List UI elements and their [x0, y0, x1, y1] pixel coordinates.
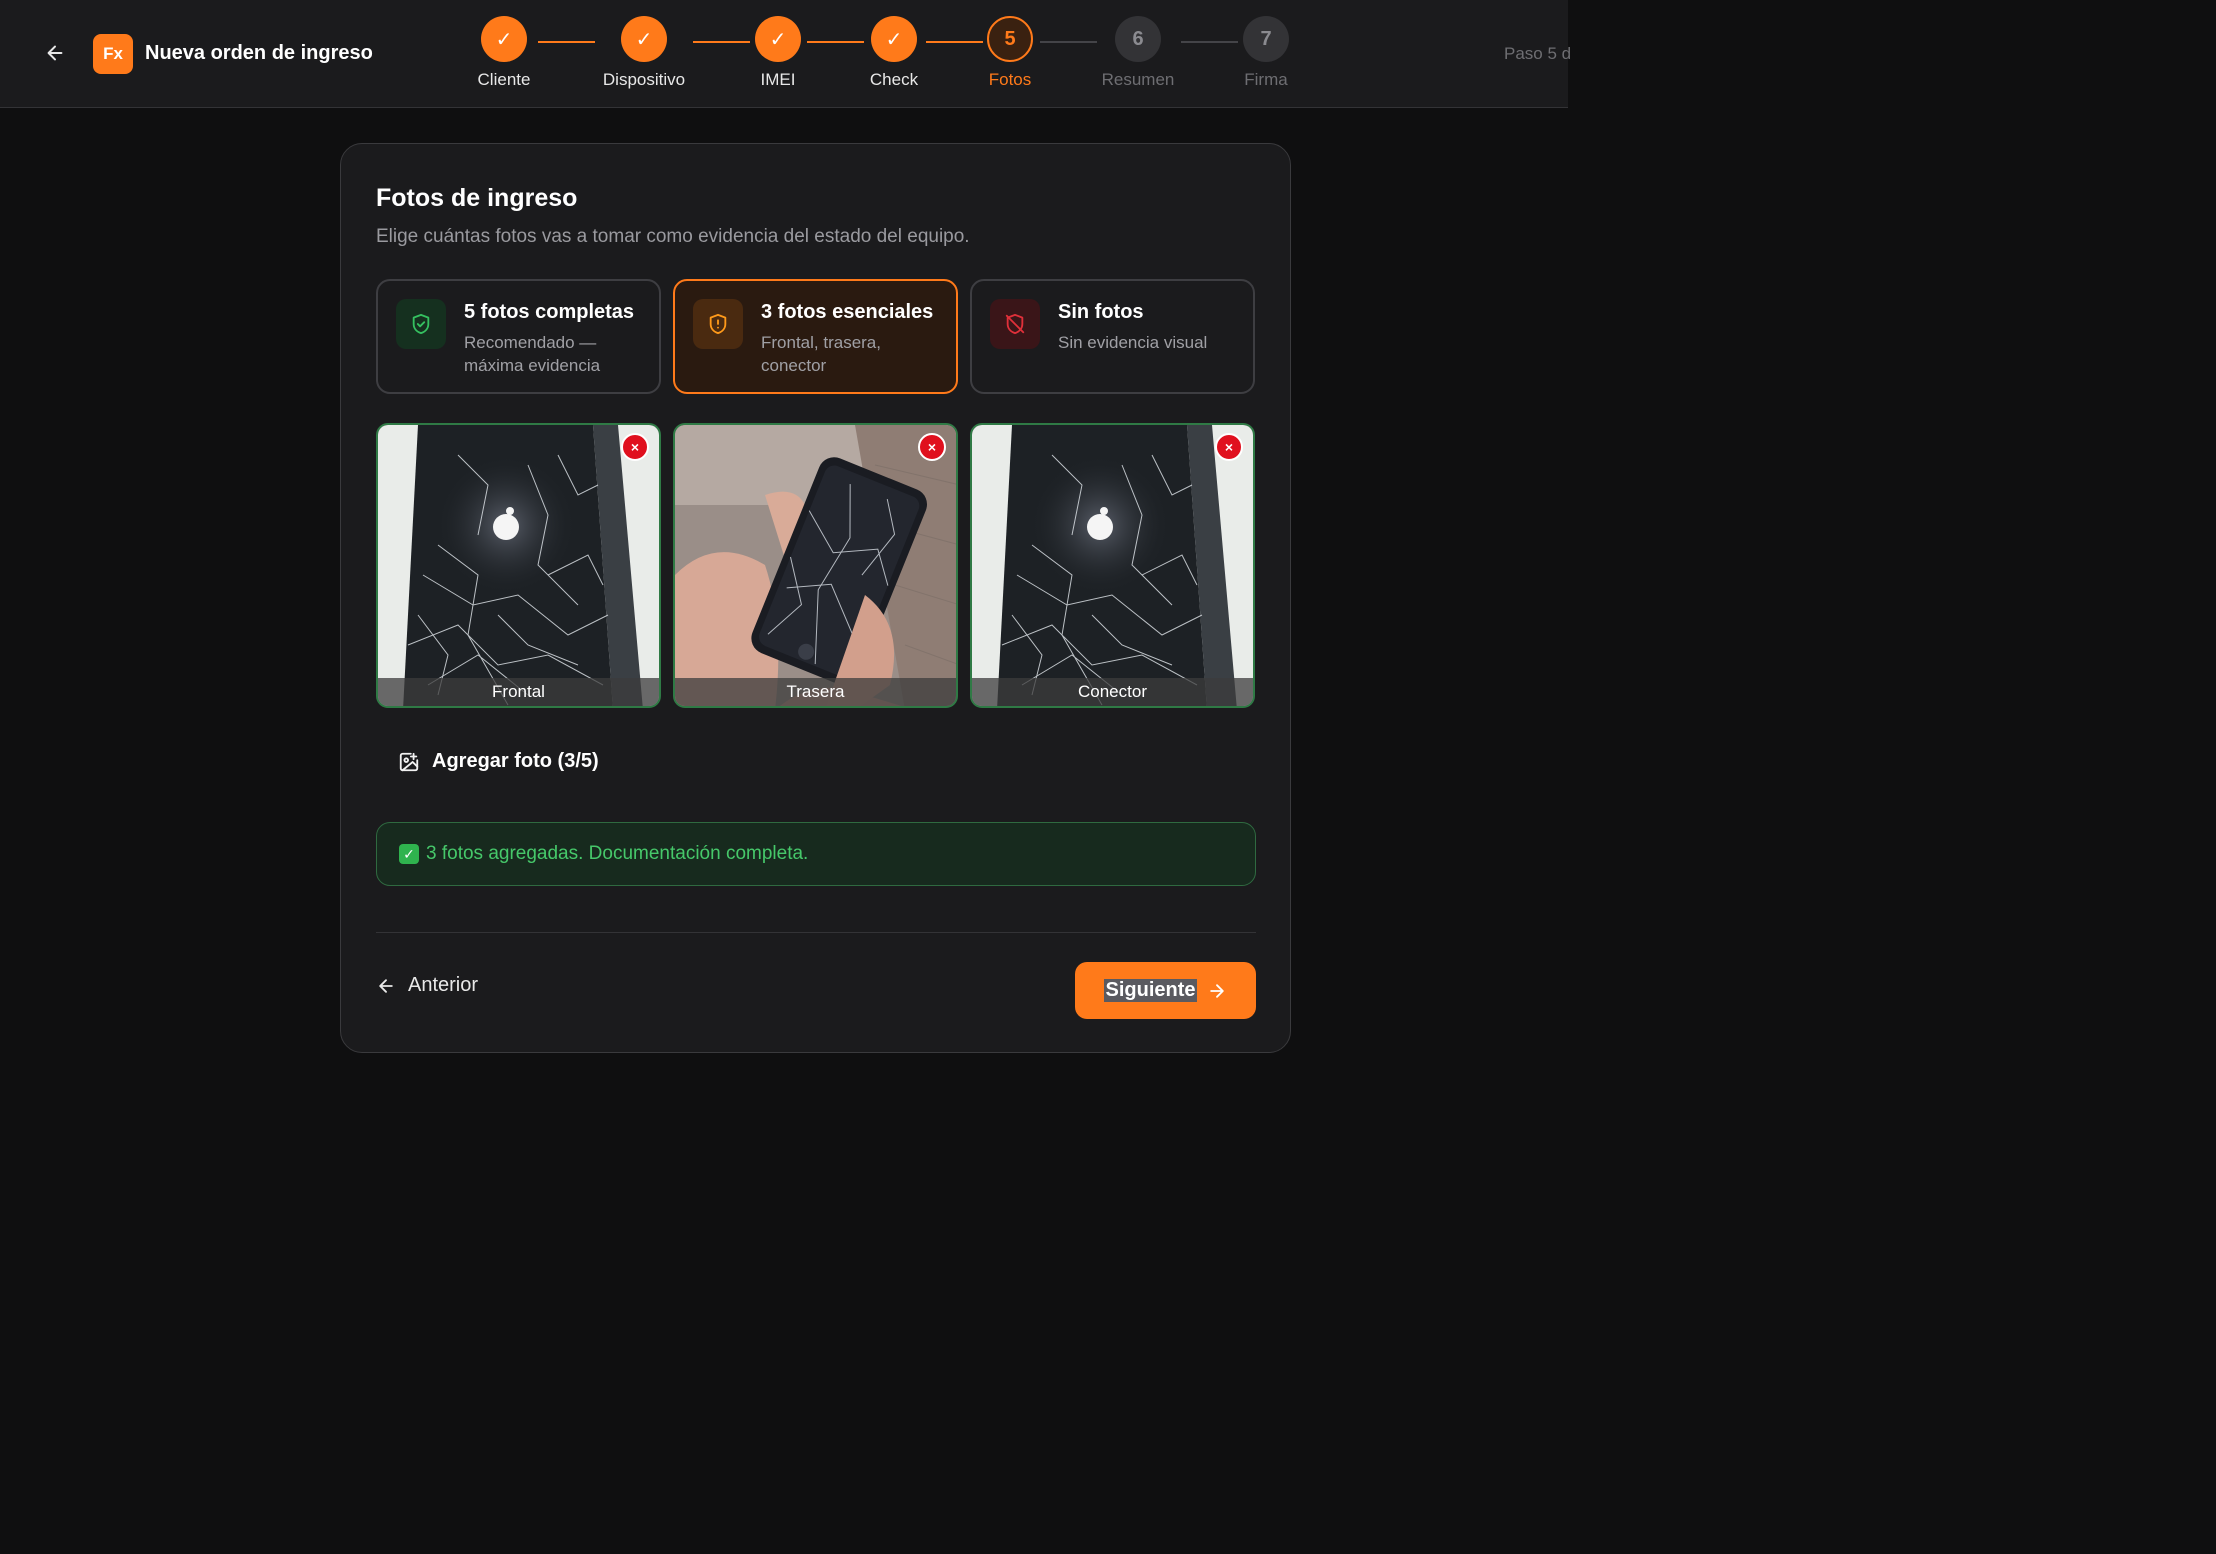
option-title: 3 fotos esenciales	[761, 301, 934, 323]
cracked-phone-hand-image	[675, 425, 956, 706]
status-message: 3 fotos agregadas. Documentación complet…	[426, 843, 809, 864]
step-circle: ✓	[755, 16, 801, 62]
step-circle: ✓	[621, 16, 667, 62]
step-resumen[interactable]: 6 Resumen	[1068, 16, 1208, 90]
image-plus-icon	[399, 752, 419, 771]
divider	[376, 932, 1256, 933]
top-header: Fx Nueva orden de ingreso ✓ Cliente ✓ Di…	[0, 0, 1572, 108]
photo-conector[interactable]: × Conector	[970, 423, 1255, 708]
page-title: Nueva orden de ingreso	[145, 42, 373, 64]
add-photo-label: Agregar foto (3/5)	[432, 750, 599, 772]
option-3-photos[interactable]: 3 fotos esenciales Frontal, trasera, con…	[673, 279, 958, 394]
back-button[interactable]	[40, 38, 70, 68]
photo-trasera[interactable]: × Trasera	[673, 423, 958, 708]
previous-label: Anterior	[408, 974, 479, 996]
remove-photo-button[interactable]: ×	[621, 433, 649, 461]
step-circle: 5	[987, 16, 1033, 62]
option-title: 5 fotos completas	[464, 301, 635, 323]
cracked-phone-front-image	[972, 425, 1253, 706]
step-firma[interactable]: 7 Firma	[1196, 16, 1336, 90]
photo-caption: Trasera	[675, 678, 956, 706]
next-label: Siguiente	[1104, 979, 1197, 1002]
check-box-icon: ✓	[399, 844, 419, 864]
card-title: Fotos de ingreso	[376, 184, 578, 212]
shield-alert-icon	[693, 299, 743, 349]
option-no-photos[interactable]: Sin fotos Sin evidencia visual	[970, 279, 1255, 394]
remove-photo-button[interactable]: ×	[1215, 433, 1243, 461]
option-description: Recomendado — máxima evidencia	[464, 333, 601, 375]
photo-caption: Conector	[972, 678, 1253, 706]
step-circle: ✓	[871, 16, 917, 62]
photo-frontal[interactable]: × Frontal	[376, 423, 661, 708]
remove-photo-button[interactable]: ×	[918, 433, 946, 461]
option-description: Frontal, trasera, conector	[761, 333, 881, 375]
shield-check-icon	[396, 299, 446, 349]
next-button[interactable]: Siguiente	[1075, 962, 1256, 1019]
option-5-photos[interactable]: 5 fotos completas Recomendado — máxima e…	[376, 279, 661, 394]
step-circle: 7	[1243, 16, 1289, 62]
shield-off-icon	[990, 299, 1040, 349]
step-label: Cliente	[477, 70, 531, 89]
status-banner: ✓ 3 fotos agregadas. Documentación compl…	[376, 822, 1256, 886]
step-label: Dispositivo	[602, 70, 686, 89]
photo-caption: Frontal	[378, 678, 659, 706]
step-label: Firma	[1244, 70, 1288, 89]
card-subtitle: Elige cuántas fotos vas a tomar como evi…	[376, 226, 970, 247]
add-photo-button[interactable]: Agregar foto (3/5)	[398, 750, 599, 773]
previous-button[interactable]: Anterior	[376, 974, 478, 997]
arrow-right-icon	[1209, 983, 1224, 998]
step-counter: Paso 5 d	[1504, 44, 1572, 63]
step-label: Resumen	[1101, 70, 1175, 89]
photos-card: Fotos de ingreso Elige cuántas fotos vas…	[340, 143, 1291, 1053]
app-logo: Fx	[93, 34, 133, 74]
step-fotos[interactable]: 5 Fotos	[940, 16, 1080, 90]
step-dispositivo[interactable]: ✓ Dispositivo	[574, 16, 714, 90]
cracked-phone-front-image	[378, 425, 659, 706]
step-label: Fotos	[988, 70, 1032, 89]
step-circle: ✓	[481, 16, 527, 62]
option-title: Sin fotos	[1058, 301, 1144, 323]
arrow-left-icon	[47, 45, 63, 61]
step-cliente[interactable]: ✓ Cliente	[434, 16, 574, 90]
option-description: Sin evidencia visual	[1058, 333, 1208, 352]
arrow-left-icon	[379, 978, 393, 993]
step-circle: 6	[1115, 16, 1161, 62]
